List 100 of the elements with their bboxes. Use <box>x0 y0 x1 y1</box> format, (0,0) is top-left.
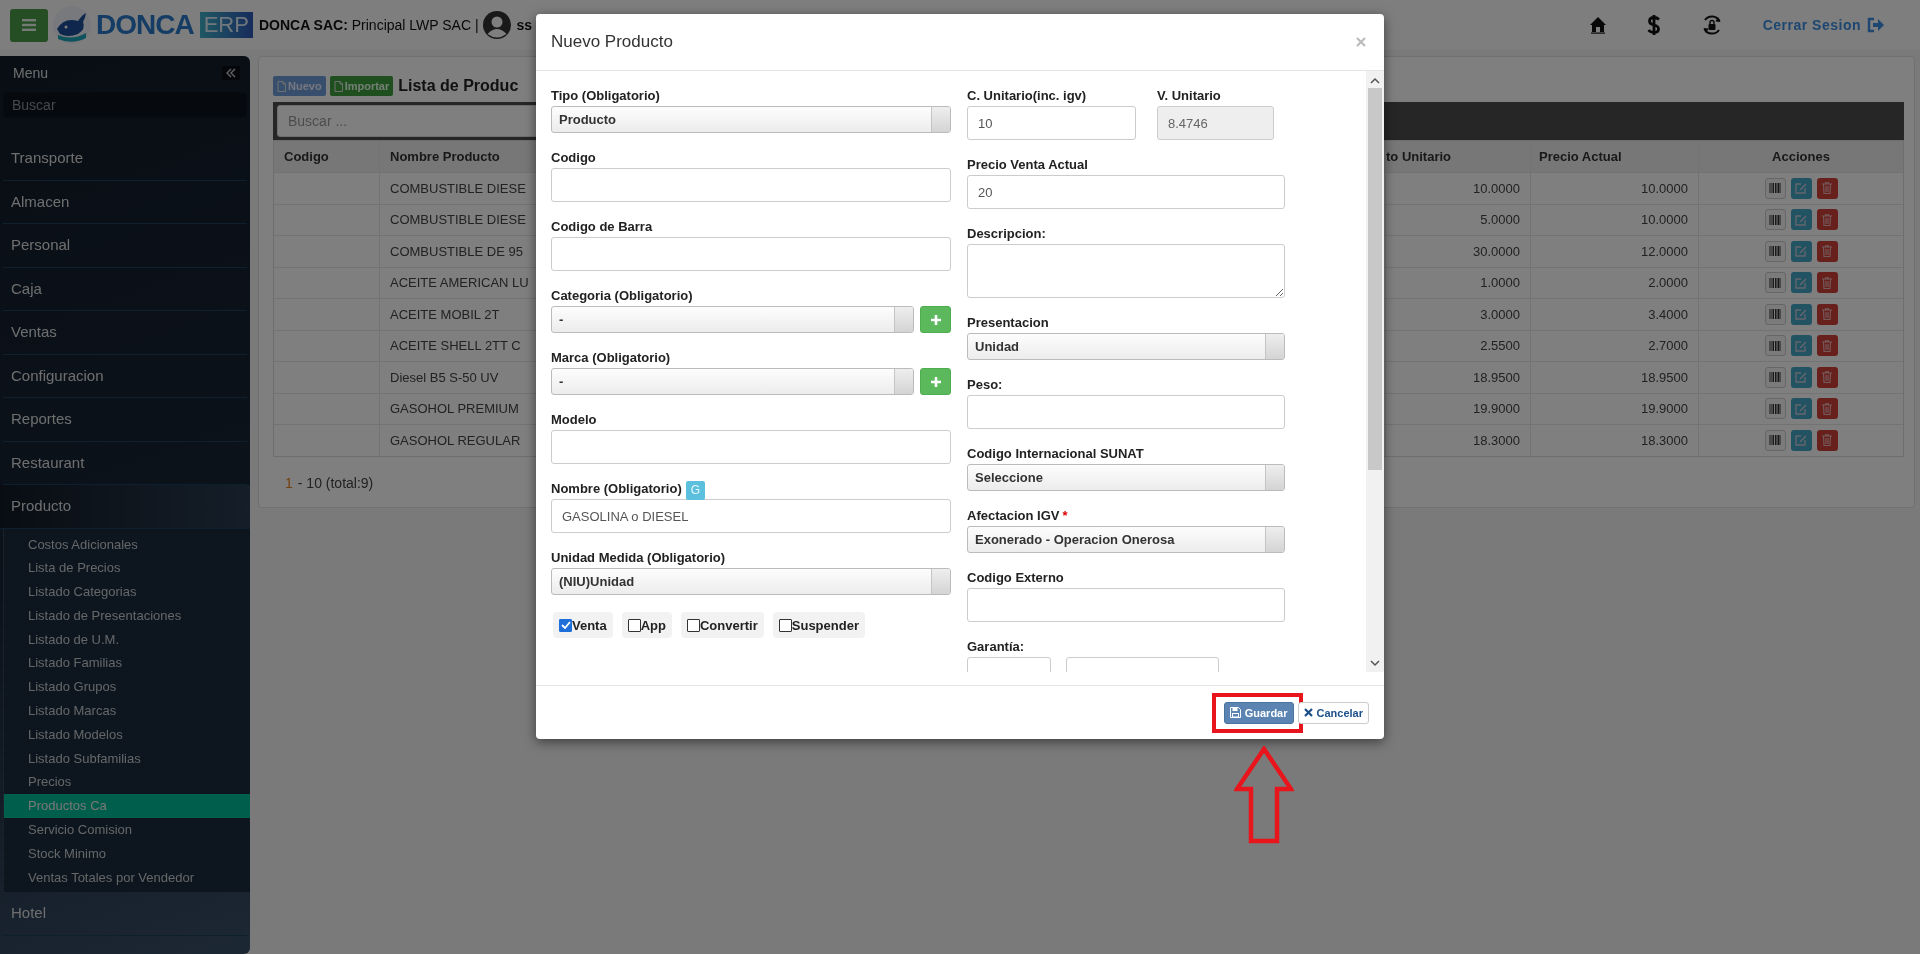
input-field[interactable] <box>967 395 1285 429</box>
checkbox-option[interactable]: App <box>621 612 672 638</box>
text-area[interactable] <box>967 244 1285 298</box>
delete-button[interactable] <box>1816 429 1838 451</box>
edit-button[interactable] <box>1790 335 1812 357</box>
dropdown[interactable]: - <box>551 368 914 395</box>
menu-button[interactable] <box>10 8 48 42</box>
submenu-item[interactable]: Lista de Precios <box>4 556 250 581</box>
delete-button[interactable] <box>1816 209 1838 231</box>
dropdown[interactable]: Producto <box>551 106 951 133</box>
barcode-button[interactable] <box>1764 398 1786 420</box>
barcode-icon <box>1769 309 1781 320</box>
delete-button[interactable] <box>1816 240 1838 262</box>
sidebar-item[interactable]: Almacen <box>3 180 247 224</box>
checkbox-option[interactable]: Suspender <box>772 612 865 638</box>
submenu-item[interactable]: Listado Familias <box>4 651 250 676</box>
submenu-item[interactable]: Servicio Comision <box>4 818 250 842</box>
page-number[interactable]: 1 <box>285 474 293 491</box>
sidebar-item[interactable]: Hotel <box>3 892 247 936</box>
sidebar-item[interactable]: Transporte <box>3 137 247 181</box>
dropdown[interactable]: (NIU)Unidad <box>551 568 951 595</box>
dropdown[interactable]: Exonerado - Operacion Onerosa <box>967 526 1285 553</box>
delete-button[interactable] <box>1816 272 1838 294</box>
edit-button[interactable] <box>1790 177 1812 199</box>
input-field[interactable]: 10 <box>967 106 1136 140</box>
barcode-button[interactable] <box>1764 177 1786 199</box>
barcode-button[interactable] <box>1764 303 1786 325</box>
input-field[interactable]: GASOLINA o DIESEL <box>551 499 951 533</box>
edit-button[interactable] <box>1790 366 1812 388</box>
sidebar-item[interactable]: Producto <box>0 485 250 529</box>
scrollbar-thumb[interactable] <box>1368 88 1382 470</box>
dropdown[interactable]: Unidad <box>967 333 1285 360</box>
plus-icon <box>930 314 941 325</box>
barcode-button[interactable] <box>1764 429 1786 451</box>
delete-button[interactable] <box>1816 303 1838 325</box>
checkbox[interactable] <box>627 618 641 632</box>
sidebar-item[interactable]: Configuracion <box>3 354 247 398</box>
whale-logo-icon <box>52 5 92 45</box>
cancel-button[interactable]: Cancelar <box>1297 701 1369 724</box>
submenu-item[interactable]: Listado Categorias <box>4 580 250 604</box>
add-button[interactable] <box>920 306 951 333</box>
barcode-button[interactable] <box>1764 272 1786 294</box>
field-label: Codigo <box>551 150 596 166</box>
edit-button[interactable] <box>1790 303 1812 325</box>
field-label: Categoria (Obligatorio) <box>551 288 693 304</box>
dollar-icon[interactable] <box>1646 14 1661 36</box>
field-label: Tipo (Obligatorio) <box>551 88 660 104</box>
generate-button[interactable]: G <box>685 480 706 500</box>
submenu-item[interactable]: Listado Grupos <box>4 675 250 700</box>
edit-button[interactable] <box>1790 240 1812 262</box>
logout-link[interactable]: Cerrar Sesion <box>1762 17 1885 33</box>
sidebar-item[interactable]: Reportes <box>3 398 247 442</box>
delete-button[interactable] <box>1816 366 1838 388</box>
submenu-item[interactable]: Listado de U.M. <box>4 627 250 652</box>
submenu-item[interactable]: Listado Subfamilias <box>4 746 250 771</box>
submenu-item[interactable]: Costos Adicionales <box>4 532 250 557</box>
edit-button[interactable] <box>1790 209 1812 231</box>
delete-button[interactable] <box>1816 398 1838 420</box>
edit-button[interactable] <box>1790 398 1812 420</box>
checkbox[interactable] <box>686 618 700 632</box>
barcode-button[interactable] <box>1764 366 1786 388</box>
input-field[interactable] <box>551 430 951 464</box>
barcode-icon <box>1769 403 1781 414</box>
checkbox-option[interactable]: Venta <box>553 612 613 638</box>
delete-button[interactable] <box>1816 177 1838 199</box>
edit-button[interactable] <box>1790 429 1812 451</box>
submenu-item[interactable]: Listado de Presentaciones <box>4 603 250 628</box>
checkbox[interactable] <box>559 618 572 632</box>
dropdown[interactable]: Seleccione <box>967 464 1285 491</box>
input-field[interactable] <box>551 168 951 202</box>
save-button[interactable]: Guardar <box>1223 701 1294 724</box>
column-header: Precio Actual <box>1530 141 1698 172</box>
table-cell: 19.9000 <box>1530 393 1698 424</box>
search-field[interactable]: Buscar <box>3 92 247 118</box>
dropdown[interactable]: - <box>551 306 914 333</box>
checkbox-option[interactable]: Convertir <box>680 612 764 638</box>
input-field[interactable] <box>967 588 1285 622</box>
submenu-item[interactable]: Listado Marcas <box>4 699 250 723</box>
sidebar-item[interactable]: Personal <box>3 224 247 268</box>
toolbar-button[interactable]: Importar <box>329 76 394 96</box>
input-field[interactable]: 20 <box>967 175 1285 209</box>
submenu-item[interactable]: Listado Modelos <box>4 722 250 747</box>
add-button[interactable] <box>920 368 951 395</box>
close-button[interactable] <box>1356 37 1366 47</box>
sidebar-item[interactable]: Ventas <box>3 311 247 355</box>
submenu-item[interactable]: Ventas Totales por Vendedor <box>4 865 250 890</box>
input-field[interactable] <box>551 237 951 271</box>
barcode-button[interactable] <box>1764 335 1786 357</box>
barcode-button[interactable] <box>1764 209 1786 231</box>
scrollbar[interactable] <box>1366 71 1384 672</box>
edit-button[interactable] <box>1790 272 1812 294</box>
barcode-icon <box>1769 340 1781 351</box>
sidebar-item[interactable]: Caja <box>3 267 247 311</box>
collapse-button[interactable] <box>222 66 240 80</box>
submenu-item[interactable]: Precios <box>4 770 250 795</box>
barcode-button[interactable] <box>1764 240 1786 262</box>
delete-button[interactable] <box>1816 335 1838 357</box>
submenu-item[interactable]: Stock Minimo <box>4 841 250 866</box>
home-icon[interactable] <box>1588 16 1607 34</box>
checkbox[interactable] <box>778 618 792 632</box>
